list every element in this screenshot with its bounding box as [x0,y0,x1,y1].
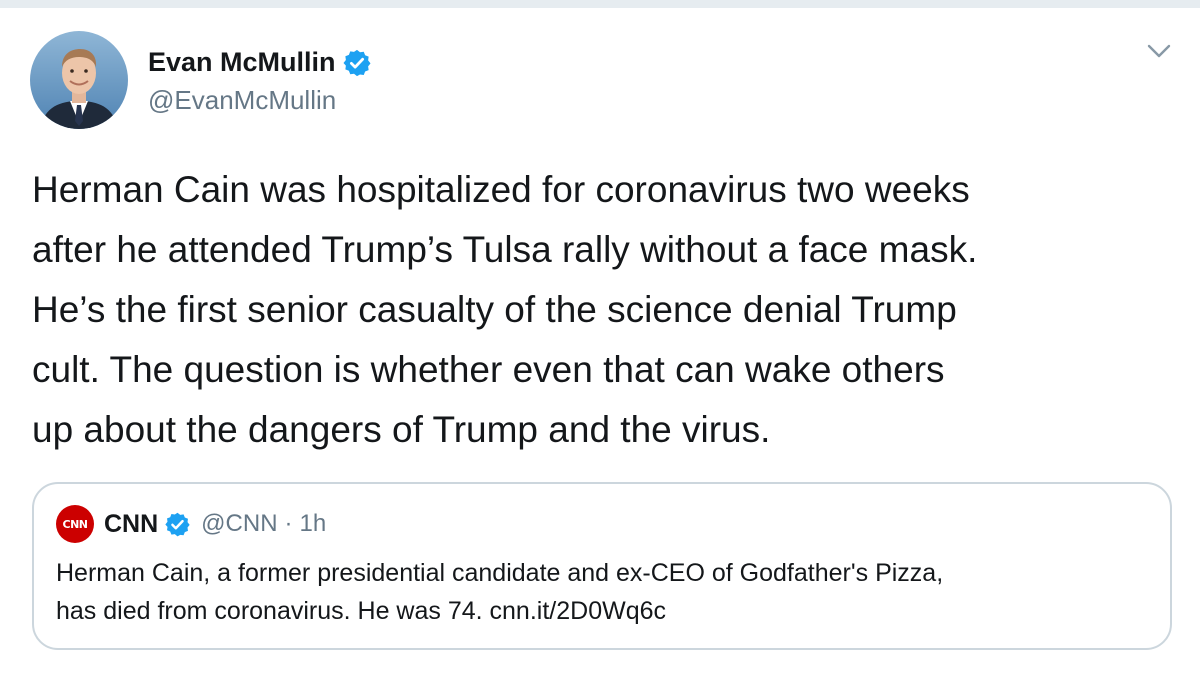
quoted-display-name[interactable]: CNN [104,510,158,539]
quoted-tweet[interactable]: CNN CNN @CNN · 1h Herman Cain, a former … [32,482,1172,650]
tweet-header: Evan McMullin @EvanMcMullin [30,30,372,130]
tweet-text: Herman Cain was hospitalized for coronav… [32,169,978,450]
author-identity: Evan McMullin @EvanMcMullin [148,45,372,116]
avatar[interactable] [30,31,128,129]
quoted-tweet-text: Herman Cain, a former presidential candi… [56,559,944,625]
dot-separator: · [284,510,293,537]
cnn-logo-icon[interactable]: CNN [56,505,94,543]
chevron-down-icon[interactable] [1146,42,1172,60]
name-row: Evan McMullin [148,45,372,81]
author-display-name[interactable]: Evan McMullin [148,47,336,78]
verified-badge-icon [164,511,191,538]
cnn-logo-text: CNN [62,517,89,531]
verified-badge-icon [342,48,372,78]
avatar-photo-icon [30,31,128,129]
quoted-handle[interactable]: @CNN [201,510,277,538]
quoted-timestamp[interactable]: 1h [300,510,327,538]
quoted-tweet-header: CNN CNN @CNN · 1h [56,504,1148,544]
author-handle[interactable]: @EvanMcMullin [148,85,372,116]
tweet-card: Evan McMullin @EvanMcMullin Herman Cain … [0,0,1200,675]
top-divider [0,0,1200,8]
